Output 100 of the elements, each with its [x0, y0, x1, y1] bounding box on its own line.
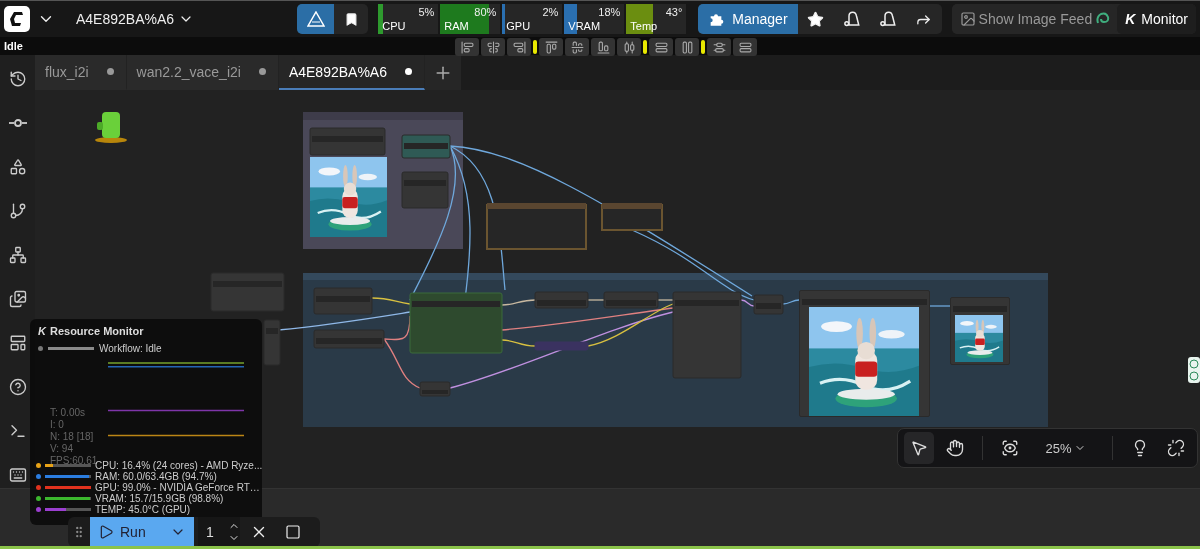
- monitor-title: K Resource Monitor: [38, 325, 145, 337]
- side-widget-icon[interactable]: [1188, 357, 1200, 383]
- star-icon: [807, 10, 825, 28]
- meter-reading: 43°: [665, 6, 683, 18]
- resource-reading: VRAM: 15.7/15.9GB (98.8%): [95, 493, 224, 504]
- align-center-icon: [486, 40, 500, 54]
- align-left-icon: [460, 40, 474, 54]
- images-icon: [8, 290, 27, 308]
- meter-label: CPU: [382, 20, 406, 32]
- triangle-logo-icon: [306, 11, 325, 27]
- graph-node[interactable]: [309, 127, 386, 156]
- align-button[interactable]: [649, 38, 673, 56]
- align-button[interactable]: [675, 38, 699, 56]
- distribute-icon: [712, 40, 726, 54]
- align-button[interactable]: [481, 38, 505, 56]
- square-icon: [285, 524, 301, 540]
- workflow-tab[interactable]: wan2.2_vace_i2i: [126, 55, 279, 90]
- graph-node[interactable]: [603, 291, 659, 309]
- graph-node[interactable]: [263, 319, 281, 366]
- manager-button[interactable]: Manager: [698, 4, 798, 34]
- focus-icon: [1001, 439, 1020, 457]
- meter-label: GPU: [506, 20, 531, 32]
- graph-node[interactable]: [419, 381, 451, 397]
- workflow-name-menu[interactable]: A4E892BA%A6: [76, 11, 195, 27]
- align-middle-icon: [570, 40, 584, 54]
- align-button[interactable]: [455, 38, 479, 56]
- monitor-button[interactable]: K Monitor: [1117, 4, 1196, 34]
- pointer-icon: [910, 439, 929, 457]
- connection-wire: [587, 299, 605, 301]
- keyboard-icon: [8, 465, 27, 484]
- puzzle-icon: [708, 11, 725, 27]
- status-text: Idle: [4, 40, 23, 52]
- align-button[interactable]: [617, 38, 641, 56]
- shapes-icon: [8, 158, 27, 177]
- resource-reading: RAM: 60.0/63.4GB (94.7%): [95, 471, 217, 482]
- graph-node[interactable]: [401, 134, 451, 159]
- zoom-dropdown[interactable]: 25%: [1039, 440, 1092, 456]
- graph-stat: V: 94: [50, 443, 74, 454]
- align-button[interactable]: [591, 38, 615, 56]
- graph-stat: I: 0: [50, 419, 65, 430]
- meter-label: RAM: [444, 20, 469, 32]
- align-right-icon: [512, 40, 526, 54]
- graph-node[interactable]: [534, 341, 589, 351]
- meter-reading: 18%: [598, 6, 621, 18]
- workflow-tab[interactable]: flux_i2i: [35, 55, 127, 90]
- image-icon: [959, 11, 976, 27]
- stretch-icon: [738, 40, 752, 54]
- workflow-status: Workflow: Idle: [99, 343, 162, 354]
- new-tab-button[interactable]: [424, 55, 461, 90]
- graph-node[interactable]: [753, 294, 784, 315]
- align-button[interactable]: [565, 38, 589, 56]
- graph-node[interactable]: [486, 203, 587, 250]
- branch-icon: [8, 202, 27, 221]
- graph-stat: N: 18 [18]: [50, 431, 95, 442]
- graph-node[interactable]: [313, 287, 373, 315]
- batch-count-field[interactable]: 1: [198, 517, 240, 546]
- status-dot-icon: [38, 346, 43, 351]
- graph-node[interactable]: [799, 290, 930, 417]
- graph-node[interactable]: [401, 171, 449, 209]
- vacuum-icon: [878, 10, 897, 28]
- meter-reading: 5%: [418, 6, 435, 18]
- resource-reading: CPU: 16.4% (24 cores) - AMD Ryze...: [95, 460, 263, 471]
- graph-node[interactable]: [409, 292, 503, 354]
- meter-reading: 80%: [474, 6, 497, 18]
- run-button[interactable]: Run: [90, 517, 194, 546]
- connection-wire: [929, 305, 951, 307]
- align-bottom-icon: [596, 40, 610, 54]
- workspace-button[interactable]: [297, 4, 335, 34]
- stretch-icon: [680, 40, 694, 54]
- network-icon: [8, 246, 27, 265]
- graph-node[interactable]: [672, 291, 742, 379]
- resource-reading: TEMP: 45.0°C (GPU): [95, 504, 191, 515]
- connection-wire: [782, 299, 800, 305]
- resource-reading: GPU: 99.0% - NVIDIA GeForce RT…: [95, 482, 260, 493]
- align-top-icon: [544, 40, 558, 54]
- meter-reading: 2%: [542, 6, 559, 18]
- workflow-tab[interactable]: A4E892BA%A6: [278, 55, 425, 90]
- template-icon: [8, 333, 27, 352]
- align-button[interactable]: [507, 38, 531, 56]
- hand-icon: [946, 439, 965, 457]
- unlink-icon: [1166, 439, 1185, 457]
- graph-node[interactable]: [601, 203, 663, 231]
- meter-label: Temp: [630, 20, 658, 32]
- graph-node[interactable]: [950, 297, 1010, 365]
- align-button[interactable]: [707, 38, 731, 56]
- align-button[interactable]: [733, 38, 757, 56]
- select-tool-button[interactable]: [904, 432, 935, 464]
- node-icon: [8, 119, 27, 128]
- graph-stat: T: 0.00s: [50, 407, 87, 418]
- vacuum-icon: [842, 10, 861, 28]
- bookmark-icon: [343, 11, 359, 27]
- align-button[interactable]: [539, 38, 563, 56]
- help-icon: [8, 377, 27, 396]
- distribute-icon: [622, 40, 636, 54]
- graph-node[interactable]: [534, 291, 589, 309]
- app-logo[interactable]: [4, 6, 30, 32]
- history-icon: [8, 70, 27, 89]
- graph-node[interactable]: [313, 329, 385, 349]
- play-icon: [98, 524, 114, 540]
- stretch-icon: [654, 40, 668, 54]
